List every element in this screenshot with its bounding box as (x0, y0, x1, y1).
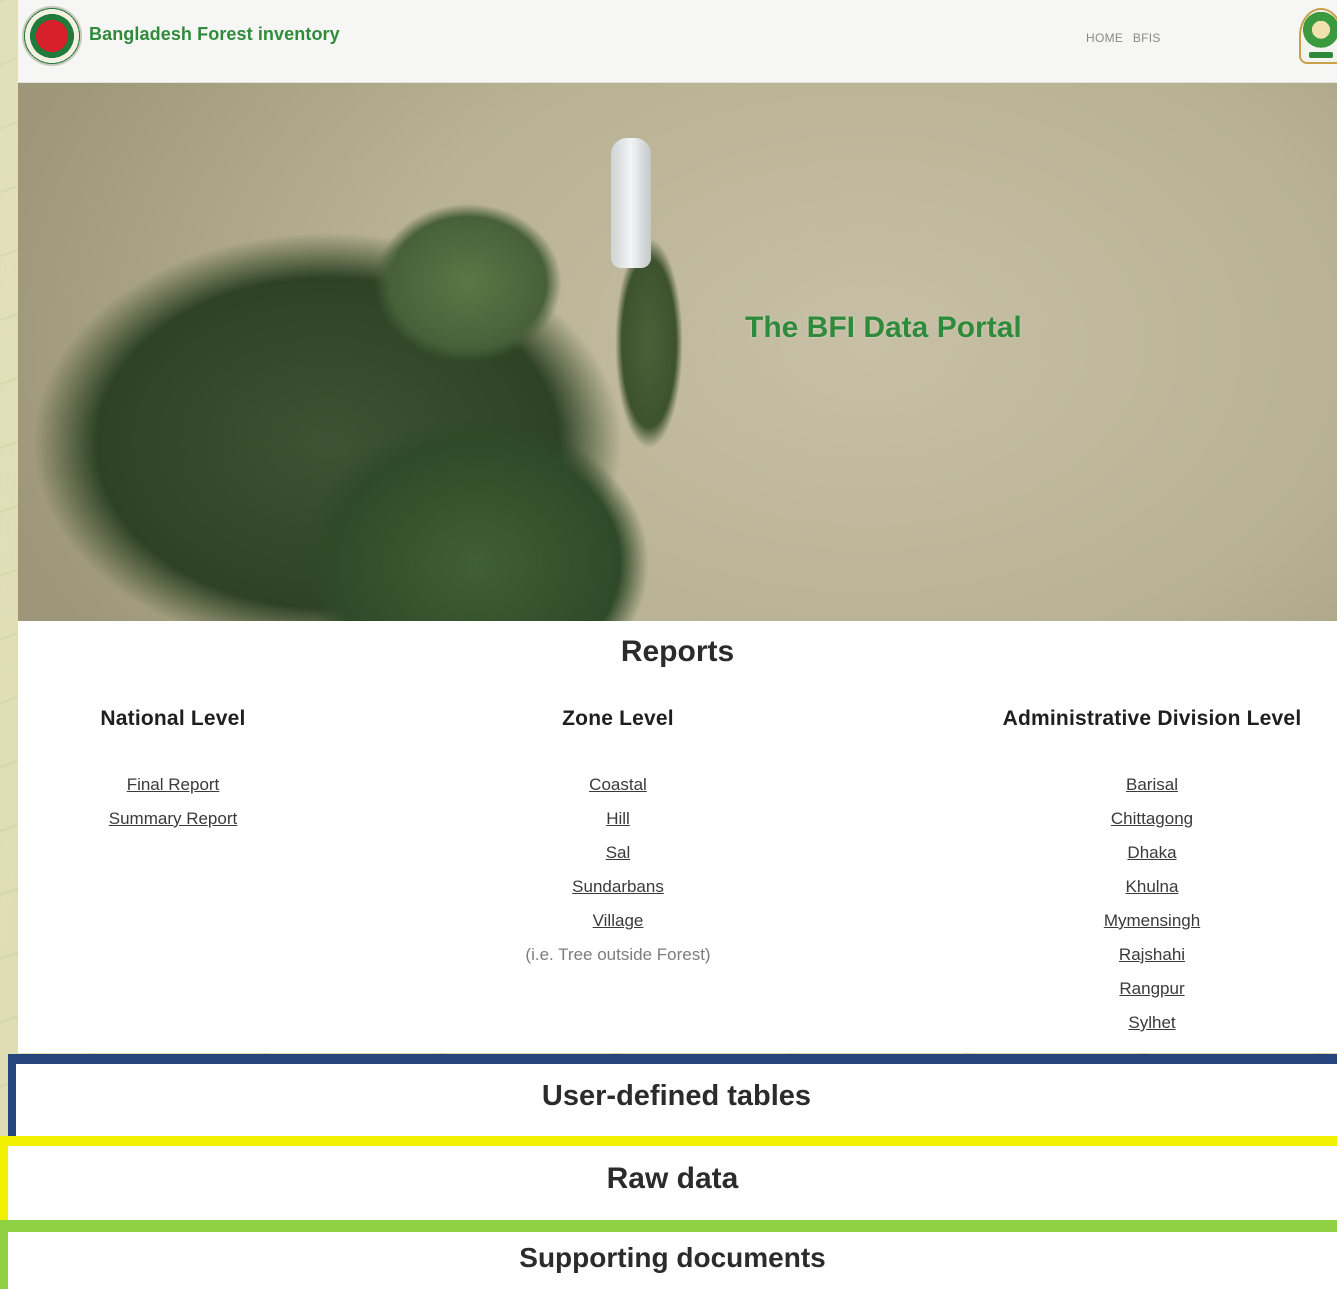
top-nav: HOME BFIS (1086, 31, 1167, 45)
site-title[interactable]: Bangladesh Forest inventory (89, 24, 340, 45)
admin-division-heading: Administrative Division Level (1002, 707, 1302, 730)
link-summary-report[interactable]: Summary Report (18, 802, 328, 836)
nav-home[interactable]: HOME (1086, 31, 1123, 45)
hero-banner: The BFI Data Portal (18, 83, 1337, 621)
link-division-chittagong[interactable]: Chittagong (978, 802, 1326, 836)
supporting-documents-section[interactable]: Supporting documents (0, 1220, 1337, 1289)
link-division-dhaka[interactable]: Dhaka (978, 836, 1326, 870)
site-header: Bangladesh Forest inventory HOME BFIS (18, 0, 1337, 83)
zone-level-heading: Zone Level (562, 707, 674, 730)
hero-photo-cap (338, 173, 598, 393)
link-zone-sal[interactable]: Sal (468, 836, 768, 870)
link-division-barisal[interactable]: Barisal (978, 768, 1326, 802)
forest-department-emblem-icon (1299, 8, 1337, 64)
link-division-rangpur[interactable]: Rangpur (978, 972, 1326, 1006)
zone-level-column: Zone Level Coastal Hill Sal Sundarbans V… (468, 707, 768, 972)
user-defined-tables-section[interactable]: User-defined tables (8, 1054, 1337, 1136)
reports-title: Reports (620, 635, 735, 668)
link-division-mymensingh[interactable]: Mymensingh (978, 904, 1326, 938)
link-final-report[interactable]: Final Report (18, 768, 328, 802)
link-zone-coastal[interactable]: Coastal (468, 768, 768, 802)
national-level-heading: National Level (100, 707, 246, 730)
admin-division-column: Administrative Division Level Barisal Ch… (978, 707, 1326, 1040)
hero-photo-instrument (611, 138, 651, 268)
bangladesh-govt-seal-icon[interactable] (22, 6, 82, 66)
link-division-rajshahi[interactable]: Rajshahi (978, 938, 1326, 972)
nav-bfis[interactable]: BFIS (1133, 31, 1161, 45)
link-zone-sundarbans[interactable]: Sundarbans (468, 870, 768, 904)
raw-data-section[interactable]: Raw data (0, 1136, 1337, 1220)
zone-village-note: (i.e. Tree outside Forest) (525, 945, 711, 964)
link-zone-hill[interactable]: Hill (468, 802, 768, 836)
link-division-khulna[interactable]: Khulna (978, 870, 1326, 904)
reports-section: Reports National Level Final Report Summ… (18, 621, 1337, 1053)
hero-title: The BFI Data Portal (745, 311, 1022, 344)
link-zone-village[interactable]: Village (468, 904, 768, 938)
link-division-sylhet[interactable]: Sylhet (978, 1006, 1326, 1040)
national-level-column: National Level Final Report Summary Repo… (18, 707, 328, 836)
